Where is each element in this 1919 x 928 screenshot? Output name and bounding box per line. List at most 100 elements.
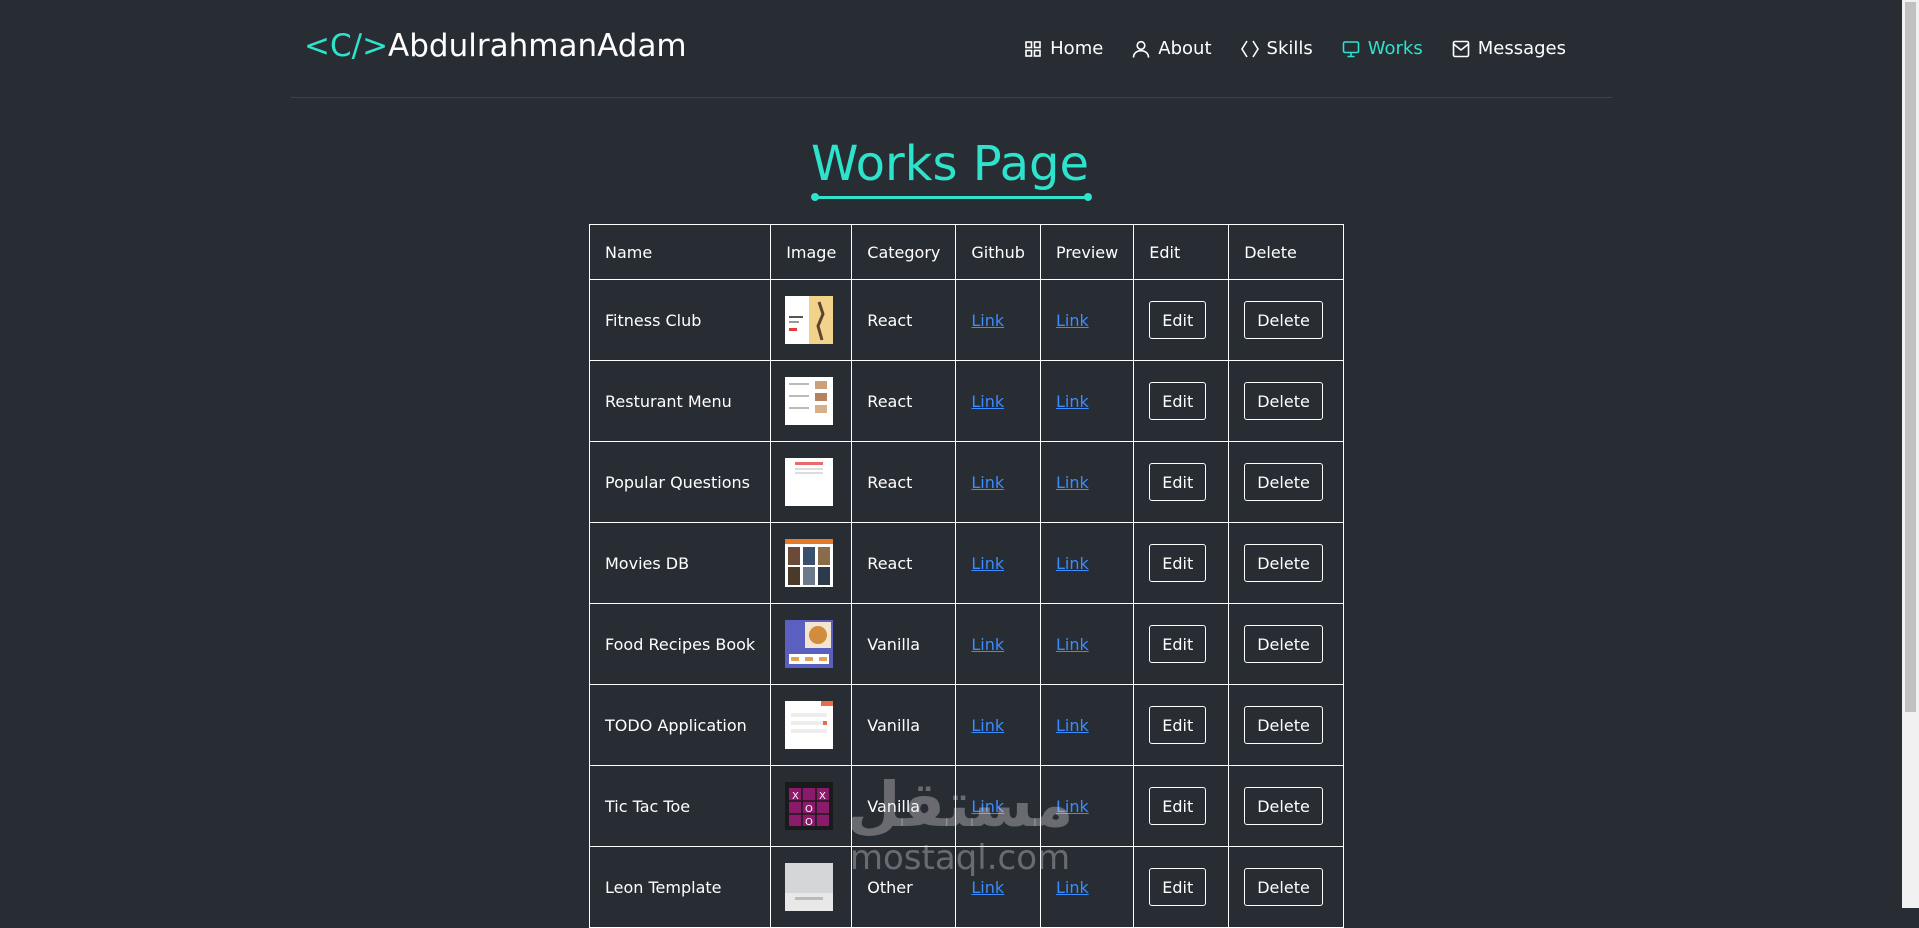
- table-row: Resturant Menu React Link Link Edit Dele…: [588, 360, 1345, 442]
- delete-button[interactable]: Delete: [1244, 544, 1323, 582]
- nav-item-home[interactable]: Home: [1023, 38, 1103, 59]
- github-link[interactable]: Link: [971, 797, 1004, 816]
- edit-cell: Edit: [1133, 522, 1230, 604]
- works-table: Name Image Category Github Preview Edit …: [588, 224, 1345, 928]
- nav-item-skills[interactable]: Skills: [1240, 38, 1313, 59]
- preview-link[interactable]: Link: [1056, 635, 1089, 654]
- delete-button[interactable]: Delete: [1244, 301, 1323, 339]
- preview-link[interactable]: Link: [1056, 473, 1089, 492]
- preview-link[interactable]: Link: [1056, 797, 1089, 816]
- edit-button[interactable]: Edit: [1149, 382, 1207, 420]
- project-thumbnail: [785, 863, 834, 911]
- github-link[interactable]: Link: [971, 392, 1004, 411]
- edit-cell: Edit: [1133, 765, 1230, 847]
- page-title: Works Page: [810, 136, 1089, 192]
- image-cell: XXOO: [770, 765, 853, 847]
- site-header: <C/>AbdulrahmanAdam Home About Skills Wo…: [291, 0, 1612, 98]
- preview-cell: Link: [1039, 279, 1135, 361]
- monitor-icon: [1342, 40, 1360, 57]
- github-link[interactable]: Link: [971, 878, 1004, 897]
- preview-cell: Link: [1039, 522, 1135, 604]
- work-name: Fitness Club: [588, 279, 772, 361]
- edit-cell: Edit: [1133, 279, 1230, 361]
- work-name: Tic Tac Toe: [588, 765, 772, 847]
- edit-button[interactable]: Edit: [1149, 463, 1207, 501]
- github-link[interactable]: Link: [971, 311, 1004, 330]
- nav-item-works[interactable]: Works: [1341, 38, 1423, 59]
- preview-cell: Link: [1039, 684, 1135, 766]
- work-category: React: [851, 279, 957, 361]
- delete-button[interactable]: Delete: [1244, 787, 1323, 825]
- vertical-scrollbar[interactable]: [1902, 0, 1919, 908]
- svg-text:O: O: [805, 817, 813, 828]
- github-cell: Link: [955, 441, 1041, 523]
- edit-button[interactable]: Edit: [1149, 625, 1207, 663]
- logo-name: AbdulrahmanAdam: [388, 28, 687, 64]
- svg-text:X: X: [792, 791, 799, 802]
- column-header-name: Name: [588, 224, 772, 280]
- column-header-preview: Preview: [1039, 224, 1135, 280]
- preview-link[interactable]: Link: [1056, 716, 1089, 735]
- scrollbar-thumb[interactable]: [1905, 2, 1916, 712]
- image-cell: [770, 522, 853, 604]
- table-row: Movies DB React Link Link Edit Delete: [588, 522, 1345, 604]
- delete-cell: Delete: [1228, 441, 1345, 523]
- delete-button[interactable]: Delete: [1244, 382, 1323, 420]
- delete-cell: Delete: [1228, 279, 1345, 361]
- table-row: Food Recipes Book Vanilla Link Link Edit…: [588, 603, 1345, 685]
- preview-link[interactable]: Link: [1056, 392, 1089, 411]
- delete-button[interactable]: Delete: [1244, 706, 1323, 744]
- preview-cell: Link: [1039, 441, 1135, 523]
- preview-cell: Link: [1039, 360, 1135, 442]
- github-cell: Link: [955, 360, 1041, 442]
- work-category: Other: [851, 846, 957, 928]
- work-name: Popular Questions: [588, 441, 772, 523]
- delete-button[interactable]: Delete: [1244, 463, 1323, 501]
- work-category: Vanilla: [851, 684, 957, 766]
- site-logo[interactable]: <C/>AbdulrahmanAdam: [304, 28, 687, 64]
- table-row: Leon Template Other Link Link Edit Delet…: [588, 846, 1345, 928]
- logo-code: <C/>: [304, 28, 389, 64]
- edit-button[interactable]: Edit: [1149, 706, 1207, 744]
- edit-cell: Edit: [1133, 684, 1230, 766]
- preview-cell: Link: [1039, 603, 1135, 685]
- nav-item-messages[interactable]: Messages: [1451, 38, 1566, 59]
- delete-button[interactable]: Delete: [1244, 625, 1323, 663]
- work-name: Resturant Menu: [588, 360, 772, 442]
- work-name: TODO Application: [588, 684, 772, 766]
- github-link[interactable]: Link: [971, 554, 1004, 573]
- nav-item-about[interactable]: About: [1131, 38, 1212, 59]
- delete-cell: Delete: [1228, 684, 1345, 766]
- preview-link[interactable]: Link: [1056, 554, 1089, 573]
- github-link[interactable]: Link: [971, 473, 1004, 492]
- edit-cell: Edit: [1133, 603, 1230, 685]
- edit-button[interactable]: Edit: [1149, 787, 1207, 825]
- image-cell: [770, 603, 853, 685]
- preview-link[interactable]: Link: [1056, 878, 1089, 897]
- code-brackets-icon: [1240, 40, 1259, 57]
- work-category: Vanilla: [851, 603, 957, 685]
- github-link[interactable]: Link: [971, 716, 1004, 735]
- edit-button[interactable]: Edit: [1149, 868, 1207, 906]
- column-header-category: Category: [851, 224, 957, 280]
- edit-button[interactable]: Edit: [1149, 544, 1207, 582]
- edit-cell: Edit: [1133, 846, 1230, 928]
- project-thumbnail: [785, 539, 834, 587]
- github-link[interactable]: Link: [971, 635, 1004, 654]
- column-header-image: Image: [770, 224, 853, 280]
- column-header-github: Github: [955, 224, 1041, 280]
- edit-cell: Edit: [1133, 441, 1230, 523]
- work-name: Food Recipes Book: [588, 603, 772, 685]
- project-thumbnail: [785, 296, 834, 344]
- project-thumbnail: [785, 458, 834, 506]
- delete-cell: Delete: [1228, 846, 1345, 928]
- edit-button[interactable]: Edit: [1149, 301, 1207, 339]
- image-cell: [770, 279, 853, 361]
- work-name: Leon Template: [588, 846, 772, 928]
- preview-cell: Link: [1039, 765, 1135, 847]
- github-cell: Link: [955, 603, 1041, 685]
- github-cell: Link: [955, 846, 1041, 928]
- title-underline: [811, 193, 1092, 201]
- delete-button[interactable]: Delete: [1244, 868, 1323, 906]
- preview-link[interactable]: Link: [1056, 311, 1089, 330]
